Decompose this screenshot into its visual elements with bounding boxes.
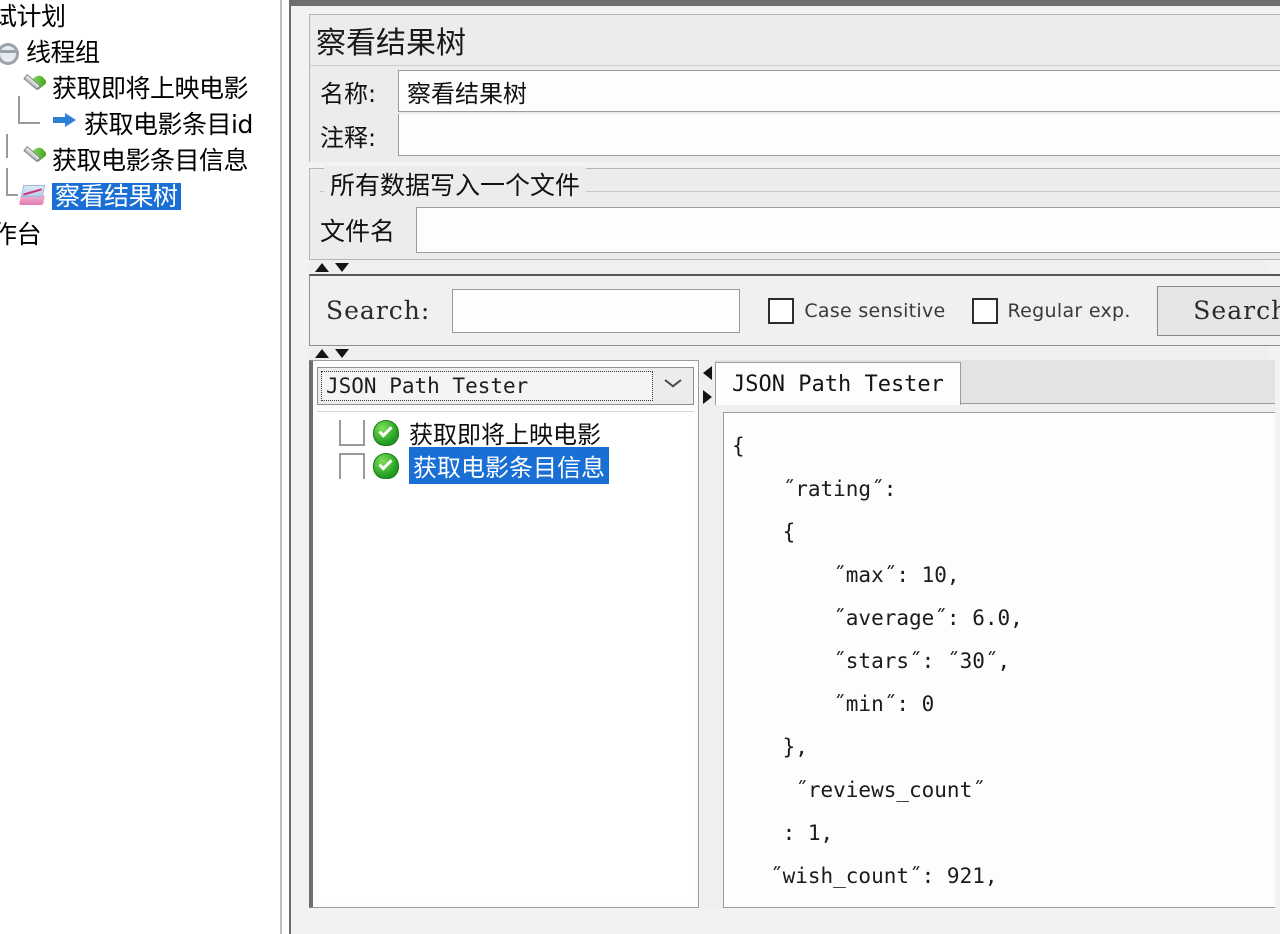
json-line: ˝wish_count˝: 921, xyxy=(732,864,998,888)
json-line: }, xyxy=(732,735,808,759)
vertical-splitter[interactable] xyxy=(701,360,715,908)
gear-icon xyxy=(0,37,22,67)
json-line: { xyxy=(732,434,745,458)
tree-connector xyxy=(18,122,40,124)
search-bar: Search: Case sensitive Regular exp. Sear… xyxy=(309,274,1280,346)
sidebar-item-thread-group[interactable]: 线程组 xyxy=(0,34,280,70)
list-item-label: 获取即将上映电影 xyxy=(409,421,601,449)
comment-input[interactable] xyxy=(398,114,1280,156)
tree-expand-checkbox[interactable] xyxy=(339,452,365,479)
tree-connector xyxy=(6,168,8,194)
results-chart-icon xyxy=(18,181,48,211)
name-input[interactable]: 察看结果树 xyxy=(398,70,1280,112)
case-sensitive-checkbox[interactable] xyxy=(768,297,795,324)
json-line: ˝average˝: 6.0, xyxy=(732,606,1023,630)
search-button[interactable]: Search xyxy=(1156,285,1280,336)
sidebar-item-label: 获取即将上映电影 xyxy=(52,73,249,103)
tree-connector xyxy=(6,194,18,196)
sidebar-item-get-movie-id[interactable]: 获取电影条目id xyxy=(0,96,280,142)
tree-connector xyxy=(6,134,8,158)
list-item[interactable]: 获取即将上映电影 xyxy=(317,416,694,449)
groupbox-legend: 所有数据写入一个文件 xyxy=(324,166,587,202)
json-line: ˝min˝: 0 xyxy=(732,692,935,716)
renderer-combobox[interactable]: JSON Path Tester xyxy=(317,367,694,405)
success-shield-icon xyxy=(371,418,401,448)
filename-label: 文件名 xyxy=(320,217,396,246)
panel-title-text: 察看结果树 xyxy=(316,26,466,61)
sidebar-item-label: 察看结果树 xyxy=(52,182,181,210)
main-content-area: 察看结果树 名称: 察看结果树 注释: 所有数据写入一个文件 文件名 Searc… xyxy=(289,0,1280,934)
regular-exp-label: Regular exp. xyxy=(1007,299,1131,322)
json-tabstrip: JSON Path Tester xyxy=(715,360,1275,405)
test-plan-tree-panel[interactable]: 试计划 线程组 获取即将上映电影 获取电影条目id xyxy=(0,0,282,934)
collapse-down-icon[interactable] xyxy=(335,263,349,272)
collapse-right-icon[interactable] xyxy=(703,390,712,404)
horizontal-splitter-bottom[interactable] xyxy=(309,346,1269,360)
sidebar-item-get-upcoming-movies[interactable]: 获取即将上映电影 xyxy=(0,70,280,106)
list-item[interactable]: 获取电影条目信息 xyxy=(317,447,694,484)
comment-label: 注释: xyxy=(320,123,377,152)
json-line: ˝reviews_count˝ xyxy=(732,778,985,802)
case-sensitive-checkbox-wrap[interactable]: Case sensitive xyxy=(768,297,946,324)
result-list[interactable]: 获取即将上映电影 获取电影条目信息 xyxy=(317,411,694,903)
json-line: { xyxy=(732,520,796,544)
collapse-up-icon[interactable] xyxy=(315,349,329,358)
chevron-down-icon[interactable] xyxy=(665,379,681,395)
panel-title: 察看结果树 xyxy=(309,14,1280,66)
json-line: ˝max˝: 10, xyxy=(732,563,960,587)
sidebar-item-view-results-tree[interactable]: 察看结果树 xyxy=(0,168,280,214)
list-item-label: 获取电影条目信息 xyxy=(409,447,609,484)
sidebar-item-workbench[interactable]: 作台 xyxy=(0,216,280,252)
tab-json-path-tester[interactable]: JSON Path Tester xyxy=(715,362,961,405)
pipette-icon xyxy=(18,73,48,103)
json-line: : 1, xyxy=(732,821,834,845)
tree-connector xyxy=(18,96,20,122)
success-shield-icon xyxy=(371,451,401,481)
results-region: JSON Path Tester 获取即将上映电影 获取电影条目信息 JSON … xyxy=(309,360,1280,920)
sidebar-item-label: 作台 xyxy=(0,219,42,249)
filename-row: 文件名 xyxy=(320,207,1280,253)
json-line: ˝rating˝: xyxy=(732,477,897,501)
sidebar-item-label: 获取电影条目id xyxy=(84,109,253,139)
name-label: 名称: xyxy=(320,79,377,108)
sidebar-item-get-movie-info[interactable]: 获取电影条目信息 xyxy=(0,134,280,178)
renderer-combobox-value: JSON Path Tester xyxy=(326,374,529,398)
sidebar-item-label: 试计划 xyxy=(0,1,66,31)
json-response-body[interactable]: { ˝rating˝: { ˝max˝: 10, ˝average˝: 6.0,… xyxy=(723,412,1275,908)
collapse-down-icon[interactable] xyxy=(335,349,349,358)
search-label: Search: xyxy=(326,296,431,325)
blue-arrow-icon xyxy=(50,109,80,139)
regular-exp-checkbox[interactable] xyxy=(971,297,998,324)
horizontal-splitter-top[interactable] xyxy=(309,260,1269,274)
filename-input[interactable] xyxy=(416,207,1280,253)
sidebar-item-label: 线程组 xyxy=(26,37,100,67)
json-path-tester-pane: JSON Path Tester { ˝rating˝: { ˝max˝: 10… xyxy=(715,360,1275,908)
name-row: 名称: 察看结果树 xyxy=(309,66,1280,114)
collapse-up-icon[interactable] xyxy=(315,263,329,272)
sidebar-item-test-plan[interactable]: 试计划 xyxy=(0,0,280,34)
sidebar-item-label: 获取电影条目信息 xyxy=(52,145,249,175)
collapse-left-icon[interactable] xyxy=(703,366,712,380)
search-input[interactable] xyxy=(452,288,741,333)
tree-expand-checkbox[interactable] xyxy=(339,419,365,446)
write-all-data-groupbox: 所有数据写入一个文件 文件名 xyxy=(309,166,1280,260)
json-line: ˝stars˝: ˝30˝, xyxy=(732,649,1011,673)
case-sensitive-label: Case sensitive xyxy=(804,299,946,322)
regular-exp-checkbox-wrap[interactable]: Regular exp. xyxy=(971,297,1131,324)
renderer-combobox-value-wrap: JSON Path Tester xyxy=(321,371,653,401)
result-tree-pane[interactable]: JSON Path Tester 获取即将上映电影 获取电影条目信息 xyxy=(309,360,699,908)
pipette-icon xyxy=(18,145,48,175)
jmeter-window: 试计划 线程组 获取即将上映电影 获取电影条目id xyxy=(0,0,1280,934)
comment-row: 注释: xyxy=(309,114,1280,162)
